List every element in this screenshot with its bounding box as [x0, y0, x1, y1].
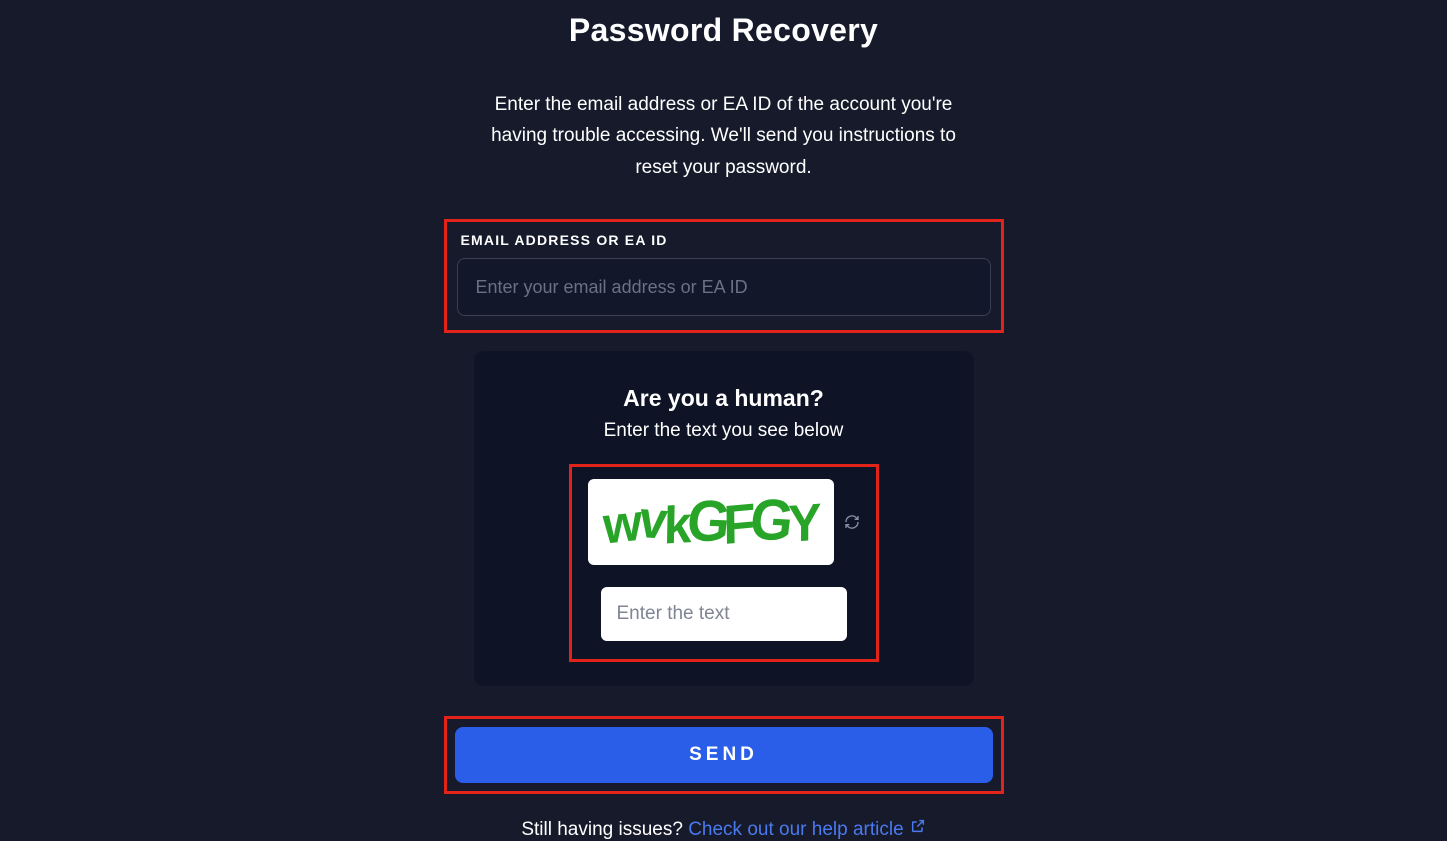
password-recovery-form: Password Recovery Enter the email addres… — [444, 0, 1004, 841]
page-description: Enter the email address or EA ID of the … — [489, 89, 959, 183]
send-button-highlight: SEND — [444, 716, 1004, 794]
page-title: Password Recovery — [444, 12, 1004, 49]
captcha-subtitle: Enter the text you see below — [504, 420, 944, 442]
email-field-label: EMAIL ADDRESS OR EA ID — [457, 232, 991, 248]
captcha-input[interactable] — [601, 587, 847, 641]
email-input[interactable] — [457, 258, 991, 316]
help-line: Still having issues? Check out our help … — [444, 818, 1004, 841]
captcha-card: Are you a human? Enter the text you see … — [474, 351, 974, 686]
help-link[interactable]: Check out our help article — [688, 819, 903, 840]
captcha-title: Are you a human? — [504, 385, 944, 412]
captcha-image: wvkGFGY — [588, 479, 834, 565]
captcha-image-row: wvkGFGY — [588, 479, 860, 565]
external-link-icon — [910, 818, 926, 840]
email-field-highlight: EMAIL ADDRESS OR EA ID — [444, 219, 1004, 333]
refresh-icon[interactable] — [844, 514, 860, 530]
captcha-highlight: wvkGFGY — [569, 464, 879, 662]
send-button[interactable]: SEND — [455, 727, 993, 783]
help-prefix: Still having issues? — [521, 819, 688, 840]
captcha-text: wvkGFGY — [601, 492, 821, 553]
